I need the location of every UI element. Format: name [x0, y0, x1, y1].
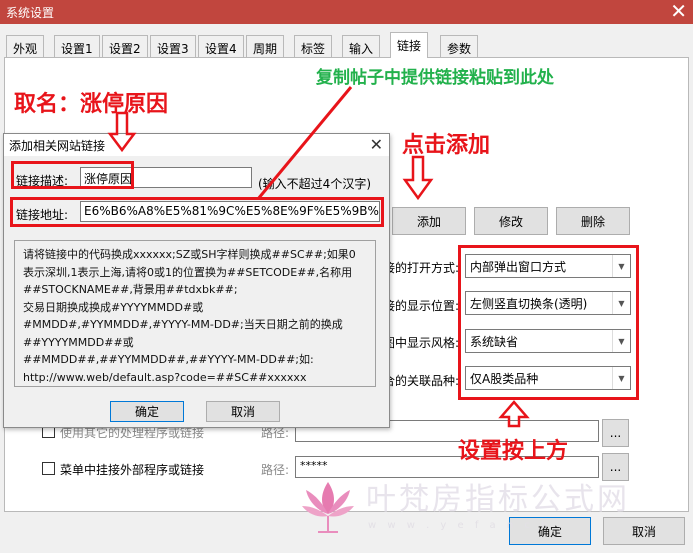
help-line: ##STOCKNAME##,背景用##tdxbk##;: [23, 283, 238, 296]
watermark-text: 叶梵房指标公式网: [366, 482, 630, 517]
tab-settings-3[interactable]: 设置3: [150, 35, 196, 57]
tab-appearance[interactable]: 外观: [6, 35, 45, 57]
add-tip-annotation: 点击添加: [402, 133, 491, 158]
help-line: ##YYYYMMDD##或: [23, 335, 134, 349]
tab-period[interactable]: 周期: [246, 35, 285, 57]
dialog-close-icon[interactable]: ✕: [370, 135, 383, 154]
dialog-cancel-button[interactable]: 取消: [206, 401, 280, 422]
help-text-box: 请将链接中的代码换成xxxxxx;SZ或SH字样则换成##SC##;如果0 表示…: [14, 240, 376, 387]
tab-input[interactable]: 输入: [342, 35, 381, 57]
link-desc-hint: (输入不超过4个汉字): [258, 177, 371, 191]
display-position-label: 接的显示位置:: [383, 299, 460, 313]
tab-settings-4[interactable]: 设置4: [198, 35, 244, 57]
help-line: 请将链接中的代码换成xxxxxx;SZ或SH字样则换成##SC##;如果0: [23, 248, 356, 261]
watermark-url: w w w . y e f a n c h .: [368, 520, 566, 531]
settings-highlight-box: [458, 245, 639, 400]
dialog-titlebar: 添加相关网站链接 ✕: [4, 134, 389, 156]
set-tip-annotation: 设置按上方: [458, 439, 569, 464]
window-titlebar: 系统设置 ✕: [0, 0, 693, 24]
help-line: 交易日期换成换成#YYYYMMDD#或: [23, 300, 204, 314]
desc-highlight-box: [11, 161, 134, 189]
open-mode-label: 接的打开方式:: [383, 261, 460, 275]
watermark: 叶梵房指标公式网 w w w . y e f a n c h .: [296, 474, 676, 544]
tab-params[interactable]: 参数: [440, 35, 479, 57]
display-style-label: 图中显示风格:: [383, 336, 460, 350]
delete-link-button[interactable]: 删除: [556, 207, 630, 235]
tab-settings-2[interactable]: 设置2: [102, 35, 148, 57]
paste-tip-annotation: 复制帖子中提供链接粘贴到此处: [316, 68, 554, 88]
tab-settings-1[interactable]: 设置1: [54, 35, 100, 57]
path-label-2: 路径:: [261, 463, 290, 477]
path-value: *****: [300, 459, 328, 472]
name-tip-annotation: 取名：涨停原因: [14, 92, 169, 117]
url-highlight-box: [10, 197, 384, 227]
help-line: http://www.web/default.asp?code=##SC##xx…: [23, 370, 307, 384]
window-title: 系统设置: [6, 6, 55, 20]
menu-external-label: 菜单中挂接外部程序或链接: [60, 463, 205, 477]
help-line: ##MMDD##,##YYMMDD##,##YYYY-MM-DD##;如:: [23, 353, 314, 366]
dialog-title: 添加相关网站链接: [9, 139, 106, 153]
add-link-button[interactable]: 添加: [392, 207, 466, 235]
related-variety-label: 合的关联品种:: [383, 374, 460, 388]
tab-links[interactable]: 链接: [390, 32, 429, 58]
help-line: 表示深圳,1表示上海,请将0或1的位置换为##SETCODE##,名称用: [23, 265, 353, 279]
help-line: #MMDD#,#YYMMDD#,#YYYY-MM-DD#;当天日期之前的换成: [23, 318, 343, 331]
window-close-icon[interactable]: ✕: [670, 0, 687, 22]
browse-button-1[interactable]: ...: [602, 419, 629, 447]
tab-labels[interactable]: 标签: [294, 35, 333, 57]
lotus-logo-icon: [302, 482, 354, 533]
menu-external-checkbox[interactable]: [42, 462, 55, 475]
edit-link-button[interactable]: 修改: [474, 207, 548, 235]
dialog-ok-button[interactable]: 确定: [110, 401, 184, 422]
